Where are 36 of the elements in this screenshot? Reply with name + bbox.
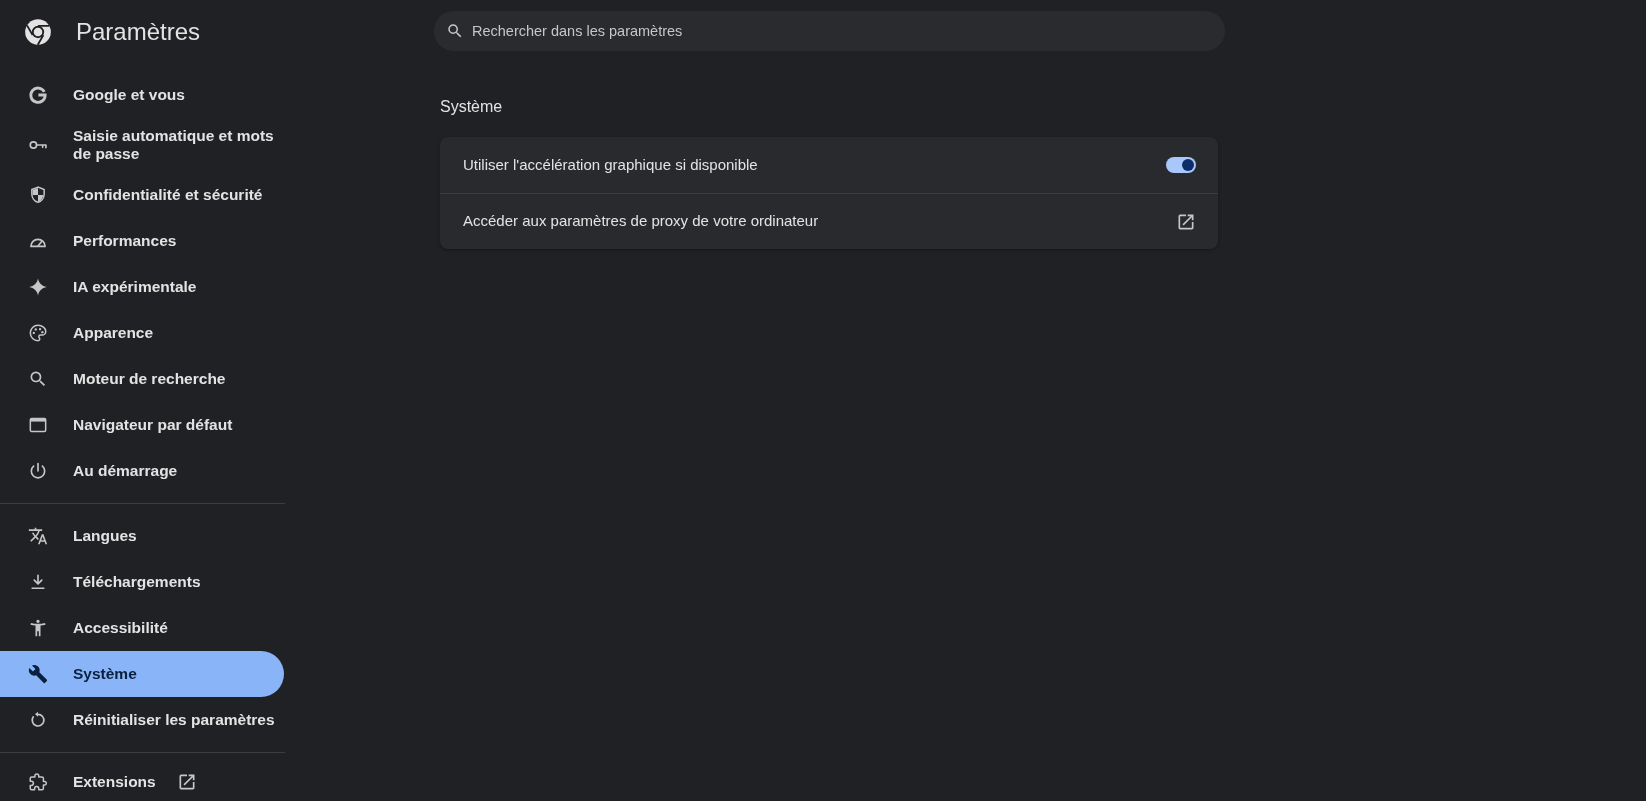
sidebar-item[interactable]: Performances (0, 218, 284, 264)
palette-icon (28, 323, 48, 343)
reset-icon (28, 710, 48, 730)
sidebar-item[interactable]: Au démarrage (0, 448, 284, 494)
sidebar-item[interactable]: Saisie automatique et mots de passe (0, 118, 284, 172)
section-title: Système (440, 97, 503, 117)
sparkle-icon (28, 277, 48, 297)
search-field[interactable]: Rechercher dans les paramètres (434, 11, 1225, 51)
download-icon (28, 572, 48, 592)
translate-icon (28, 526, 48, 546)
search-icon (28, 369, 48, 389)
toggle-switch[interactable] (1166, 157, 1196, 173)
shield-icon (28, 185, 48, 205)
sidebar-item[interactable]: Apparence (0, 310, 284, 356)
logo-icon (24, 18, 52, 46)
browser-window-icon (28, 415, 48, 435)
sidebar-item[interactable]: Confidentialité et sécurité (0, 172, 284, 218)
puzzle-piece-icon (28, 771, 48, 792)
wrench-icon (28, 664, 48, 684)
sidebar-item[interactable]: IA expérimentale (0, 264, 284, 310)
g-letter-icon (28, 85, 48, 105)
sidebar-item[interactable]: Langues (0, 513, 284, 559)
sidebar-item[interactable]: Navigateur par défaut (0, 402, 284, 448)
sidebar-item[interactable]: Système (0, 651, 284, 697)
setting-label: Utiliser l'accélération graphique si disponible (463, 154, 758, 175)
accessibility-icon (28, 618, 48, 638)
search-icon (446, 22, 464, 40)
sidebar-item[interactable]: Réinitialiser les paramètres (0, 697, 284, 743)
settings-link-row[interactable]: Accéder aux paramètres de proxy de votre ordinateur (440, 193, 1218, 249)
page-title: Paramètres (76, 17, 201, 47)
sidebar-item[interactable]: Moteur de recherche (0, 356, 284, 402)
sidebar-item[interactable]: Téléchargements (0, 559, 284, 605)
sidebar-item[interactable]: Extensions (0, 762, 284, 801)
sidebar-item[interactable]: Google et vous (0, 72, 284, 118)
power-icon (28, 461, 48, 481)
sidebar-item[interactable]: Accessibilité (0, 605, 284, 651)
